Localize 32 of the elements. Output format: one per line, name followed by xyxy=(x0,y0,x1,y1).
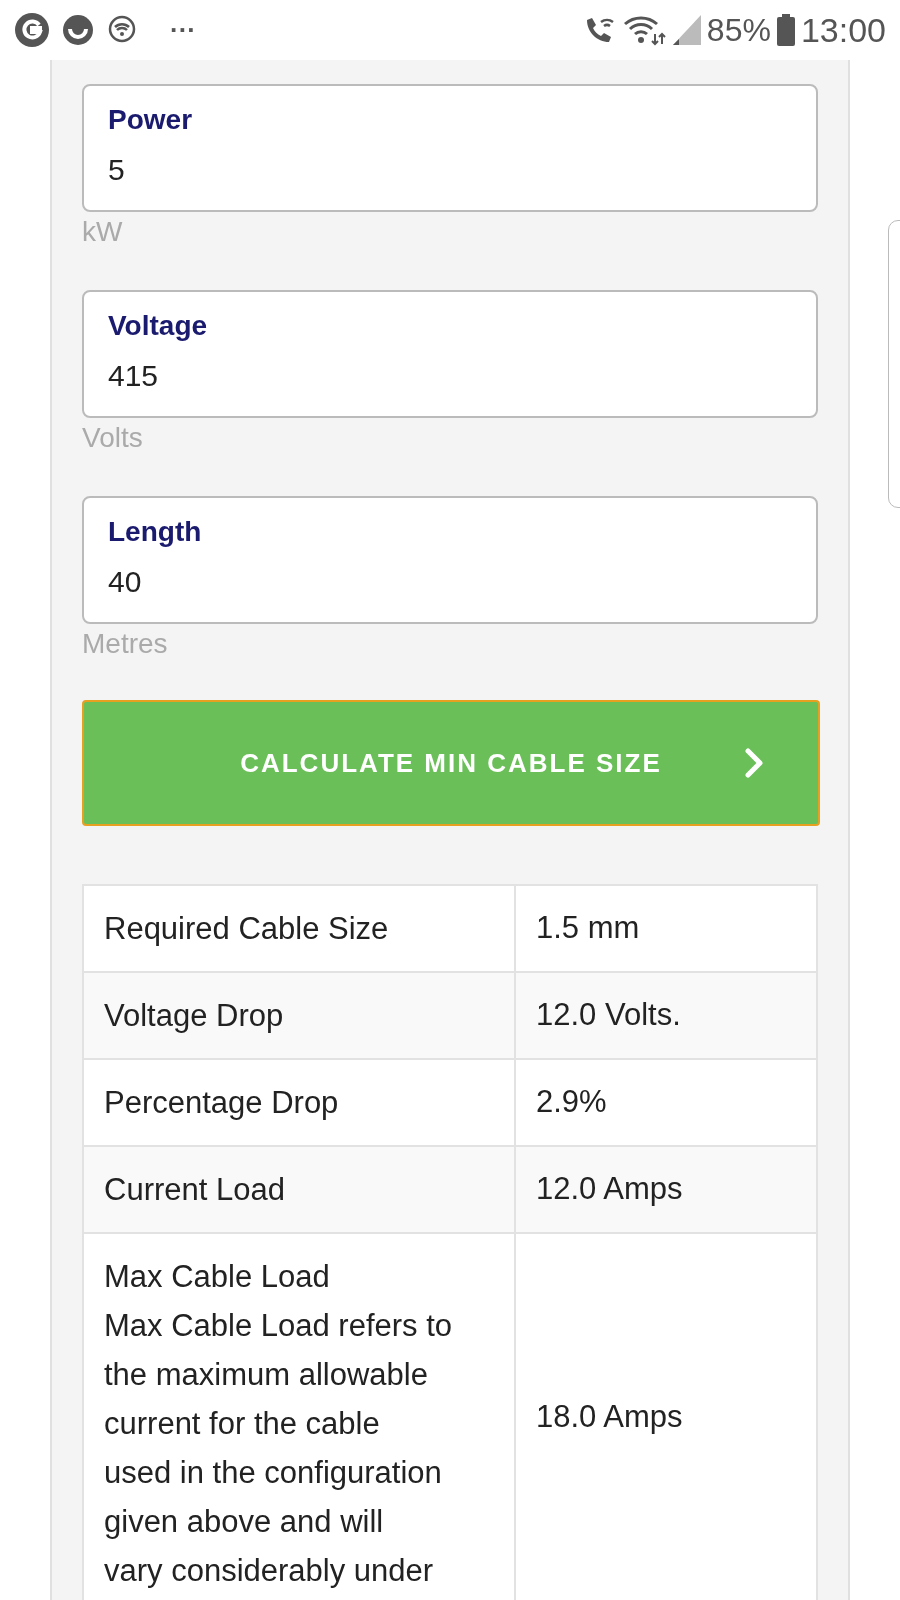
wifi-icon xyxy=(622,14,667,46)
table-cell: 18.0 Amps xyxy=(515,1233,817,1600)
table-cell: Current Load xyxy=(83,1146,515,1233)
signal-icon xyxy=(672,15,701,45)
battery-text: 85% xyxy=(706,14,771,46)
google-icon xyxy=(14,12,50,48)
unit-text: Volts xyxy=(82,421,144,455)
smile-icon xyxy=(62,14,94,46)
field-value: 5 xyxy=(108,152,126,188)
table-cell: 2.9% xyxy=(515,1059,817,1146)
table-cell: Percentage Drop xyxy=(83,1059,515,1146)
input-field[interactable]: Power 5 xyxy=(82,84,818,212)
field-value: 415 xyxy=(108,358,160,394)
more-text: ··· xyxy=(170,17,196,43)
cell-note: Max Cable Load refers to the maximum allowable current for the cable used in the configuration given above and will vary considerably under xyxy=(104,1307,454,1590)
clock-text: 13:00 xyxy=(800,13,886,47)
battery-icon xyxy=(776,14,795,46)
table-cell: Voltage Drop xyxy=(83,972,515,1059)
table-cell: 12.0 Volts. xyxy=(515,972,817,1059)
unit-text: kW xyxy=(82,215,124,249)
cell-title: Max Cable Load xyxy=(104,1258,331,1296)
unit-text: Metres xyxy=(82,627,169,661)
chevron-right-icon xyxy=(744,747,766,779)
input-field[interactable]: Length 40 xyxy=(82,496,818,624)
field-label: Length xyxy=(108,515,203,549)
table-cell: 12.0 Amps xyxy=(515,1146,817,1233)
table-cell: Required Cable Size xyxy=(83,885,515,972)
field-value: 40 xyxy=(108,564,143,600)
table-cell: 1.5 mm xyxy=(515,885,817,972)
input-field[interactable]: Voltage 415 xyxy=(82,290,818,418)
field-label: Voltage xyxy=(108,309,209,343)
field-label: Power xyxy=(108,103,194,137)
